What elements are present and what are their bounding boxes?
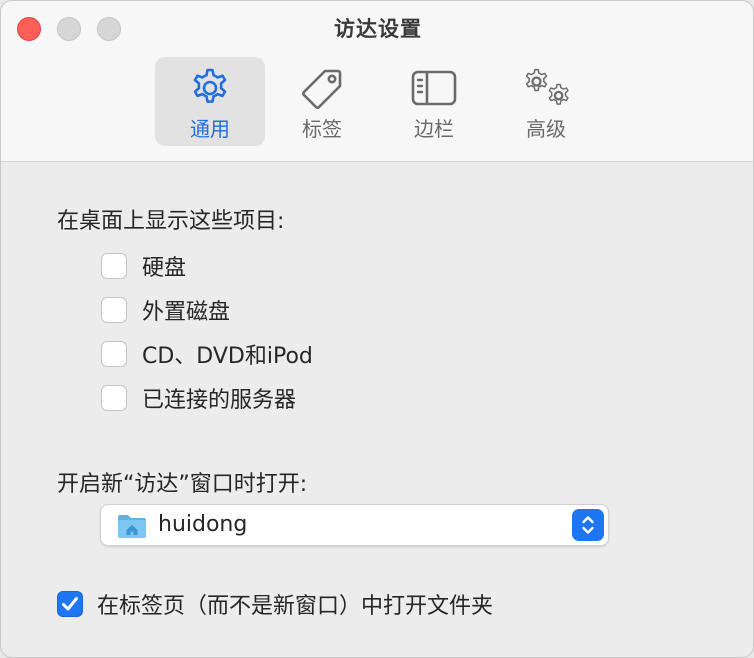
tab-sidebar[interactable]: 边栏	[379, 57, 489, 146]
show-cds-dvds-option[interactable]: CD、DVD和iPod	[101, 339, 313, 369]
tab-general[interactable]: 通用	[155, 57, 265, 146]
new-window-heading: 开启新“访达”窗口时打开:	[57, 472, 308, 497]
tab-general-label: 通用	[190, 117, 230, 141]
show-connected-servers-option[interactable]: 已连接的服务器	[101, 383, 296, 413]
window-title: 访达设置	[334, 17, 422, 41]
checkmark-icon	[62, 597, 78, 611]
cds-dvds-label: CD、DVD和iPod	[142, 344, 313, 369]
popup-stepper-button[interactable]	[572, 509, 604, 541]
tab-tags-label: 标签	[302, 117, 342, 141]
tag-icon	[267, 65, 377, 111]
open-folders-in-tabs-checkbox[interactable]	[57, 591, 83, 617]
desktop-items-heading: 在桌面上显示这些项目:	[57, 209, 285, 234]
tab-advanced-label: 高级	[526, 117, 566, 141]
gear-icon	[155, 65, 265, 111]
external-disks-label: 外置磁盘	[142, 300, 231, 325]
open-folders-in-tabs-label: 在标签页（而不是新窗口）中打开文件夹	[97, 594, 494, 619]
hard-disks-checkbox[interactable]	[101, 253, 127, 279]
connected-servers-checkbox[interactable]	[101, 385, 127, 411]
external-disks-checkbox[interactable]	[101, 297, 127, 323]
gears-icon	[491, 65, 601, 111]
connected-servers-label: 已连接的服务器	[142, 388, 297, 413]
home-folder-icon	[117, 513, 147, 543]
tab-tags[interactable]: 标签	[267, 57, 377, 146]
cds-dvds-checkbox[interactable]	[101, 341, 127, 367]
tab-sidebar-label: 边栏	[414, 117, 454, 141]
show-external-disks-option[interactable]: 外置磁盘	[101, 295, 230, 325]
chevron-up-down-icon	[582, 516, 594, 534]
new-window-target-popup[interactable]: huidong	[100, 504, 609, 546]
hard-disks-label: 硬盘	[142, 256, 187, 281]
open-folders-in-tabs-option[interactable]: 在标签页（而不是新窗口）中打开文件夹	[57, 589, 493, 619]
sidebar-icon	[379, 65, 489, 111]
show-hard-disks-option[interactable]: 硬盘	[101, 251, 186, 281]
finder-settings-window: 访达设置 通用 标签 边栏 高级 在桌面上显示这些项目: 硬盘 外置磁盘 CD、…	[0, 0, 754, 658]
toolbar: 访达设置 通用 标签 边栏 高级	[1, 1, 753, 162]
tab-advanced[interactable]: 高级	[491, 57, 601, 146]
new-window-target-value: huidong	[158, 512, 248, 537]
